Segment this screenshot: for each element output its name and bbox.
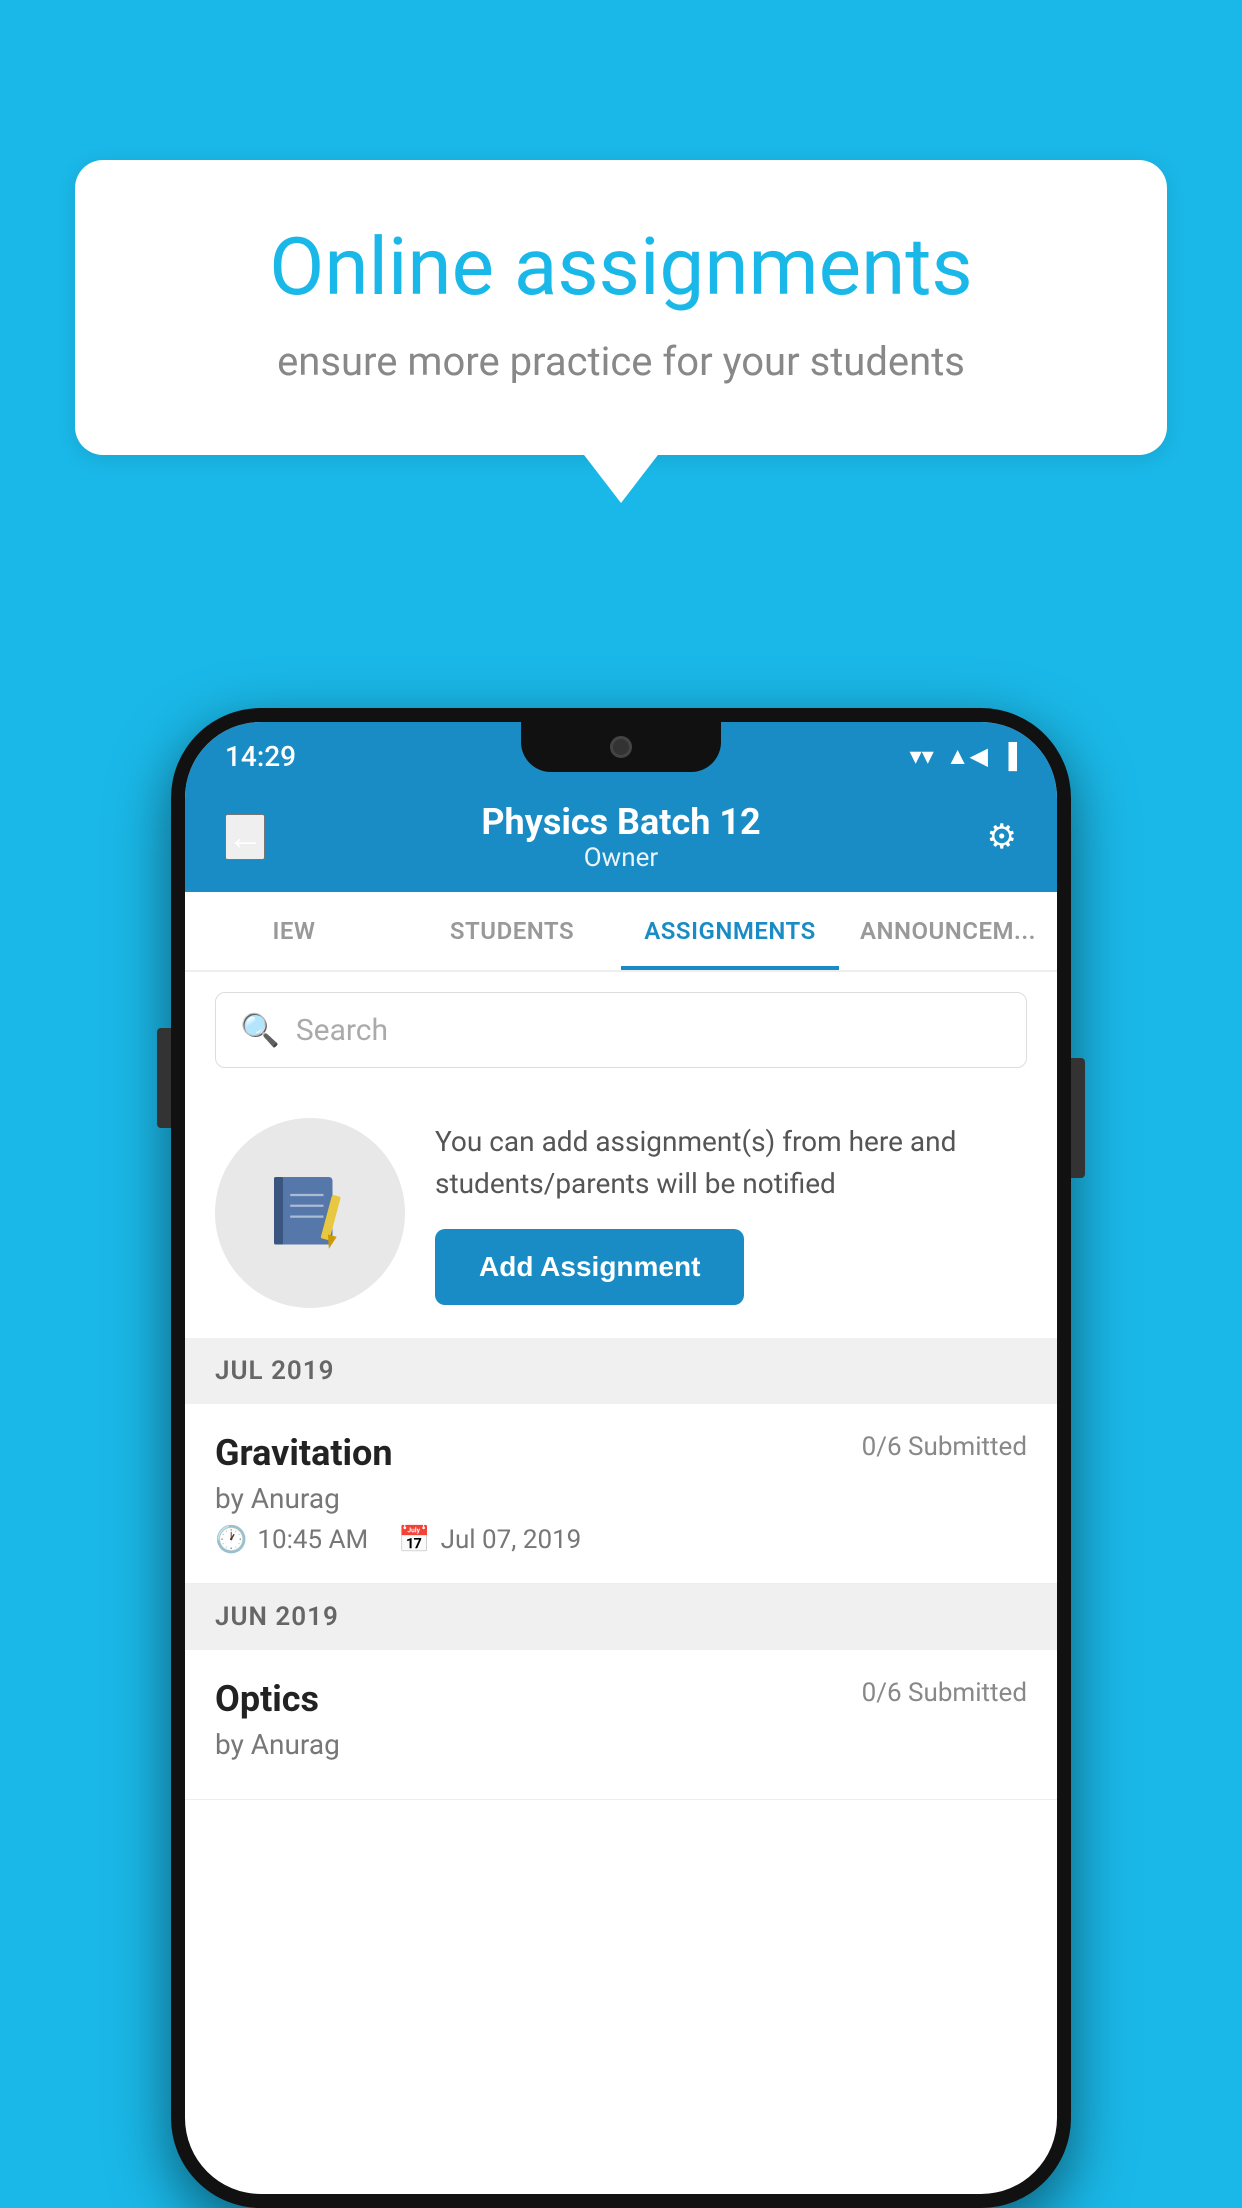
assignment-author-optics: by Anurag xyxy=(215,1728,1027,1761)
phone-device: 14:29 ▾▾ ▲◀ ▐ ← Physics Batch 12 Owner ⚙ xyxy=(171,708,1071,2208)
bubble-subtitle: ensure more practice for your students xyxy=(155,338,1087,385)
assignment-item-optics[interactable]: Optics 0/6 Submitted by Anurag xyxy=(185,1650,1057,1800)
header-subtitle: Owner xyxy=(481,843,760,873)
speech-bubble: Online assignments ensure more practice … xyxy=(75,160,1167,455)
phone-outer: 14:29 ▾▾ ▲◀ ▐ ← Physics Batch 12 Owner ⚙ xyxy=(171,708,1071,2208)
settings-icon[interactable]: ⚙ xyxy=(987,817,1017,857)
speech-bubble-container: Online assignments ensure more practice … xyxy=(75,160,1167,455)
tab-item-students[interactable]: STUDENTS xyxy=(403,892,621,970)
assignment-submitted-gravitation: 0/6 Submitted xyxy=(862,1432,1027,1462)
search-placeholder: Search xyxy=(296,1013,388,1048)
header-title: Physics Batch 12 xyxy=(481,801,760,843)
assignment-name-optics: Optics xyxy=(215,1678,319,1720)
notebook-icon xyxy=(265,1168,355,1258)
status-icons: ▾▾ ▲◀ ▐ xyxy=(910,742,1017,771)
phone-notch xyxy=(521,722,721,772)
assignment-time: 10:45 AM xyxy=(257,1525,368,1555)
header-title-group: Physics Batch 12 Owner xyxy=(481,801,760,873)
battery-icon: ▐ xyxy=(1000,742,1017,771)
search-bar[interactable]: 🔍 Search xyxy=(215,992,1027,1068)
assignment-name-gravitation: Gravitation xyxy=(215,1432,393,1474)
back-button[interactable]: ← xyxy=(225,814,265,860)
assignment-submitted-optics: 0/6 Submitted xyxy=(862,1678,1027,1708)
section-header-jun: JUN 2019 xyxy=(185,1584,1057,1650)
app-header: ← Physics Batch 12 Owner ⚙ xyxy=(185,782,1057,892)
meta-time: 🕐 10:45 AM xyxy=(215,1525,368,1555)
tab-item-iew[interactable]: IEW xyxy=(185,892,403,970)
assignment-top-optics: Optics 0/6 Submitted xyxy=(215,1678,1027,1720)
clock-icon: 🕐 xyxy=(215,1525,247,1555)
calendar-icon: 📅 xyxy=(398,1525,430,1555)
tab-bar: IEW STUDENTS ASSIGNMENTS ANNOUNCEM... xyxy=(185,892,1057,972)
assignment-meta-gravitation: 🕐 10:45 AM 📅 Jul 07, 2019 xyxy=(215,1525,1027,1555)
promo-card: You can add assignment(s) from here and … xyxy=(185,1088,1057,1338)
meta-date: 📅 Jul 07, 2019 xyxy=(398,1525,581,1555)
search-container: 🔍 Search xyxy=(185,972,1057,1088)
bubble-title: Online assignments xyxy=(155,220,1087,314)
tab-item-assignments[interactable]: ASSIGNMENTS xyxy=(621,892,839,970)
section-header-jul: JUL 2019 xyxy=(185,1338,1057,1404)
wifi-icon: ▾▾ xyxy=(910,742,934,770)
front-camera xyxy=(610,736,632,758)
assignment-item-gravitation[interactable]: Gravitation 0/6 Submitted by Anurag 🕐 10… xyxy=(185,1404,1057,1584)
promo-text-area: You can add assignment(s) from here and … xyxy=(435,1121,1027,1305)
signal-icon: ▲◀ xyxy=(946,742,988,771)
assignment-date: Jul 07, 2019 xyxy=(441,1525,582,1555)
phone-inner: 14:29 ▾▾ ▲◀ ▐ ← Physics Batch 12 Owner ⚙ xyxy=(185,722,1057,2194)
promo-icon-circle xyxy=(215,1118,405,1308)
assignment-author-gravitation: by Anurag xyxy=(215,1482,1027,1515)
promo-description: You can add assignment(s) from here and … xyxy=(435,1121,1027,1205)
assignment-top: Gravitation 0/6 Submitted xyxy=(215,1432,1027,1474)
search-icon: 🔍 xyxy=(240,1011,280,1049)
status-time: 14:29 xyxy=(225,740,296,773)
add-assignment-button[interactable]: Add Assignment xyxy=(435,1229,744,1305)
tab-item-announcements[interactable]: ANNOUNCEM... xyxy=(839,892,1057,970)
